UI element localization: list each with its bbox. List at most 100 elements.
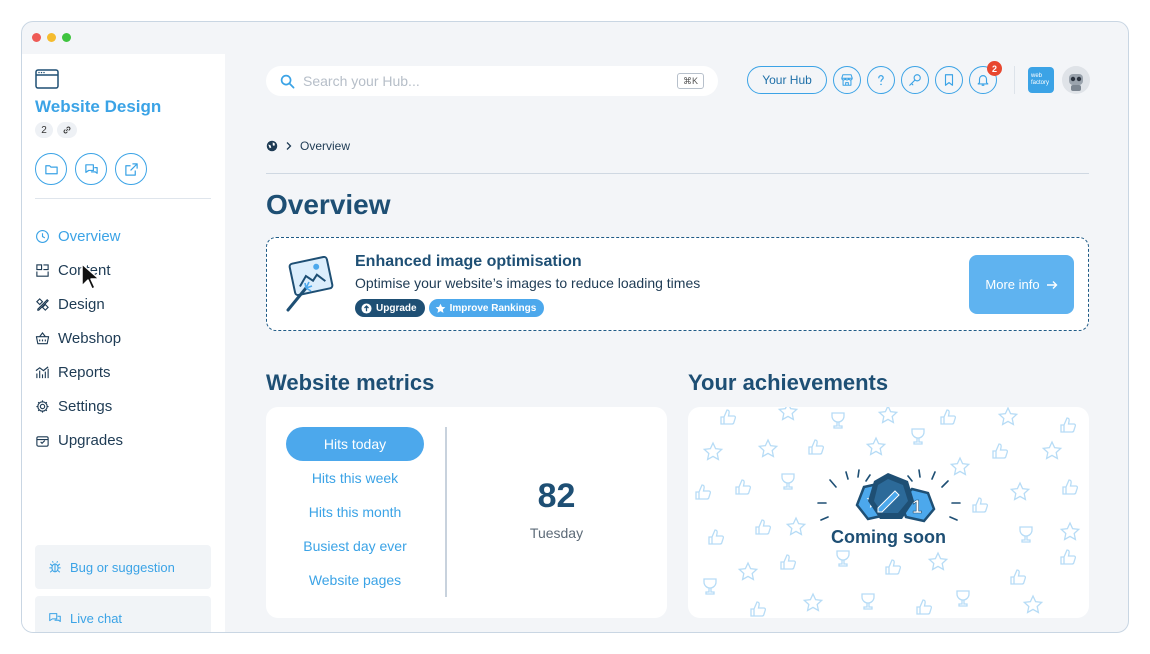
sidebar-item-label: Settings	[58, 397, 113, 415]
arrow-up-circle-icon	[361, 302, 372, 314]
link-icon[interactable]	[57, 122, 77, 138]
bookmark-button[interactable]	[935, 66, 963, 94]
brand-logo-line: web	[1031, 73, 1043, 79]
notification-badge: 2	[987, 61, 1002, 76]
bug-suggestion-label: Bug or suggestion	[70, 559, 175, 575]
open-folder-button[interactable]	[35, 153, 67, 185]
more-info-label: More info	[985, 277, 1040, 292]
external-link-icon	[124, 162, 138, 176]
open-external-button[interactable]	[115, 153, 147, 185]
sidebar-item-label: Upgrades	[58, 431, 124, 449]
metrics-tabs: Hits today Hits this week Hits this mont…	[286, 427, 424, 597]
shop-button[interactable]	[833, 66, 861, 94]
shop-icon	[841, 74, 853, 86]
question-icon	[878, 75, 884, 86]
brand-logo-line: factory	[1031, 80, 1050, 86]
project-count-badge: 2	[35, 122, 53, 138]
achievements-pattern: 1	[695, 407, 1080, 617]
key-button[interactable]	[901, 66, 929, 94]
tab-busiest-day[interactable]: Busiest day ever	[286, 529, 424, 563]
maximize-window-button[interactable]	[62, 33, 71, 42]
bug-suggestion-button[interactable]: Bug or suggestion	[35, 545, 211, 589]
upgrade-tag-label: Upgrade	[376, 302, 417, 314]
avatar[interactable]	[1062, 66, 1090, 94]
window-controls	[32, 33, 71, 42]
sidebar-item-webshop[interactable]: Webshop	[35, 321, 123, 355]
sidebar-item-label: Webshop	[58, 329, 122, 347]
robot-avatar-icon	[1062, 66, 1090, 94]
live-chat-button[interactable]: Live chat	[35, 596, 211, 632]
promo-banner: Enhanced image optimisation Optimise you…	[266, 237, 1089, 331]
mouse-cursor-icon	[81, 263, 100, 290]
chart-icon	[35, 365, 49, 378]
bell-icon	[977, 75, 989, 86]
upgrade-tag: Upgrade	[355, 299, 425, 317]
brand-logo[interactable]: web factory	[1028, 67, 1054, 93]
folder-icon	[44, 164, 58, 174]
magic-image-icon	[286, 256, 334, 312]
achievements-title: Your achievements	[688, 370, 889, 395]
sidebar-item-label: Design	[58, 295, 105, 313]
coming-soon-label: Coming soon	[831, 527, 946, 547]
sidebar-item-settings[interactable]: Settings	[35, 389, 123, 423]
project-meta: 2	[35, 122, 77, 138]
browser-window-icon	[35, 69, 59, 89]
gift-icon	[36, 435, 49, 447]
sidebar-nav: Overview Content Design Webshop Reports …	[35, 219, 123, 457]
metrics-title: Website metrics	[266, 370, 435, 395]
more-info-button[interactable]: More info	[969, 255, 1074, 314]
sidebar-item-label: Overview	[58, 227, 121, 245]
app-window: Website Design 2 Overview Design Webshop…	[21, 21, 1129, 633]
achievements-card: 1 Coming soon	[688, 407, 1089, 618]
toolbar-divider	[1014, 66, 1015, 94]
clock-icon	[36, 229, 49, 243]
close-window-button[interactable]	[32, 33, 41, 42]
sidebar-item-label: Reports	[58, 363, 111, 381]
search-icon	[280, 74, 295, 88]
search-bar[interactable]: ⌘K	[266, 66, 718, 96]
tab-hits-today[interactable]: Hits today	[286, 427, 424, 461]
metric-value: 82	[537, 477, 576, 515]
tab-website-pages[interactable]: Website pages	[286, 563, 424, 597]
rankings-tag-label: Improve Rankings	[449, 302, 537, 314]
comments-button[interactable]	[75, 153, 107, 185]
key-icon	[909, 74, 921, 86]
promo-description: Optimise your website’s images to reduce…	[355, 275, 701, 291]
help-button[interactable]	[867, 66, 895, 94]
arrow-right-icon	[1046, 280, 1058, 289]
metrics-card: Hits today Hits this week Hits this mont…	[266, 407, 667, 618]
sidebar-divider	[35, 198, 211, 199]
sidebar-item-upgrades[interactable]: Upgrades	[35, 423, 123, 457]
main-content: ⌘K Your Hub 2 web factory	[225, 54, 1128, 632]
sidebar-item-design[interactable]: Design	[35, 287, 123, 321]
tab-hits-this-month[interactable]: Hits this month	[286, 495, 424, 529]
achievement-badges-icon: 1	[817, 469, 961, 523]
notifications-button[interactable]: 2	[969, 61, 1002, 94]
metric-subtitle: Tuesday	[529, 525, 584, 541]
chat-bubbles-icon	[49, 613, 61, 623]
basket-icon	[35, 331, 50, 344]
live-chat-label: Live chat	[70, 610, 123, 626]
shortcut-hint: ⌘K	[676, 73, 704, 89]
header-divider	[266, 173, 1089, 174]
sidebar-item-reports[interactable]: Reports	[35, 355, 123, 389]
tab-hits-this-week[interactable]: Hits this week	[286, 461, 424, 495]
your-hub-button[interactable]: Your Hub	[747, 66, 827, 94]
promo-tags: Upgrade Improve Rankings	[355, 299, 545, 317]
sidebar: Website Design 2 Overview Design Webshop…	[22, 54, 225, 632]
search-input[interactable]	[303, 73, 663, 89]
breadcrumb-current: Overview	[300, 139, 351, 153]
promo-title: Enhanced image optimisation	[355, 253, 582, 270]
gear-icon	[36, 399, 49, 413]
bookmark-icon	[944, 74, 954, 86]
rankings-tag: Improve Rankings	[428, 299, 545, 317]
globe-icon[interactable]	[266, 140, 278, 152]
project-title: Website Design	[35, 97, 162, 116]
breadcrumb: Overview	[266, 139, 350, 153]
pencil-ruler-icon	[36, 297, 49, 311]
minimize-window-button[interactable]	[47, 33, 56, 42]
project-actions	[35, 153, 147, 185]
sidebar-item-overview[interactable]: Overview	[35, 219, 123, 253]
layout-icon	[36, 263, 49, 277]
bug-icon	[49, 561, 61, 573]
